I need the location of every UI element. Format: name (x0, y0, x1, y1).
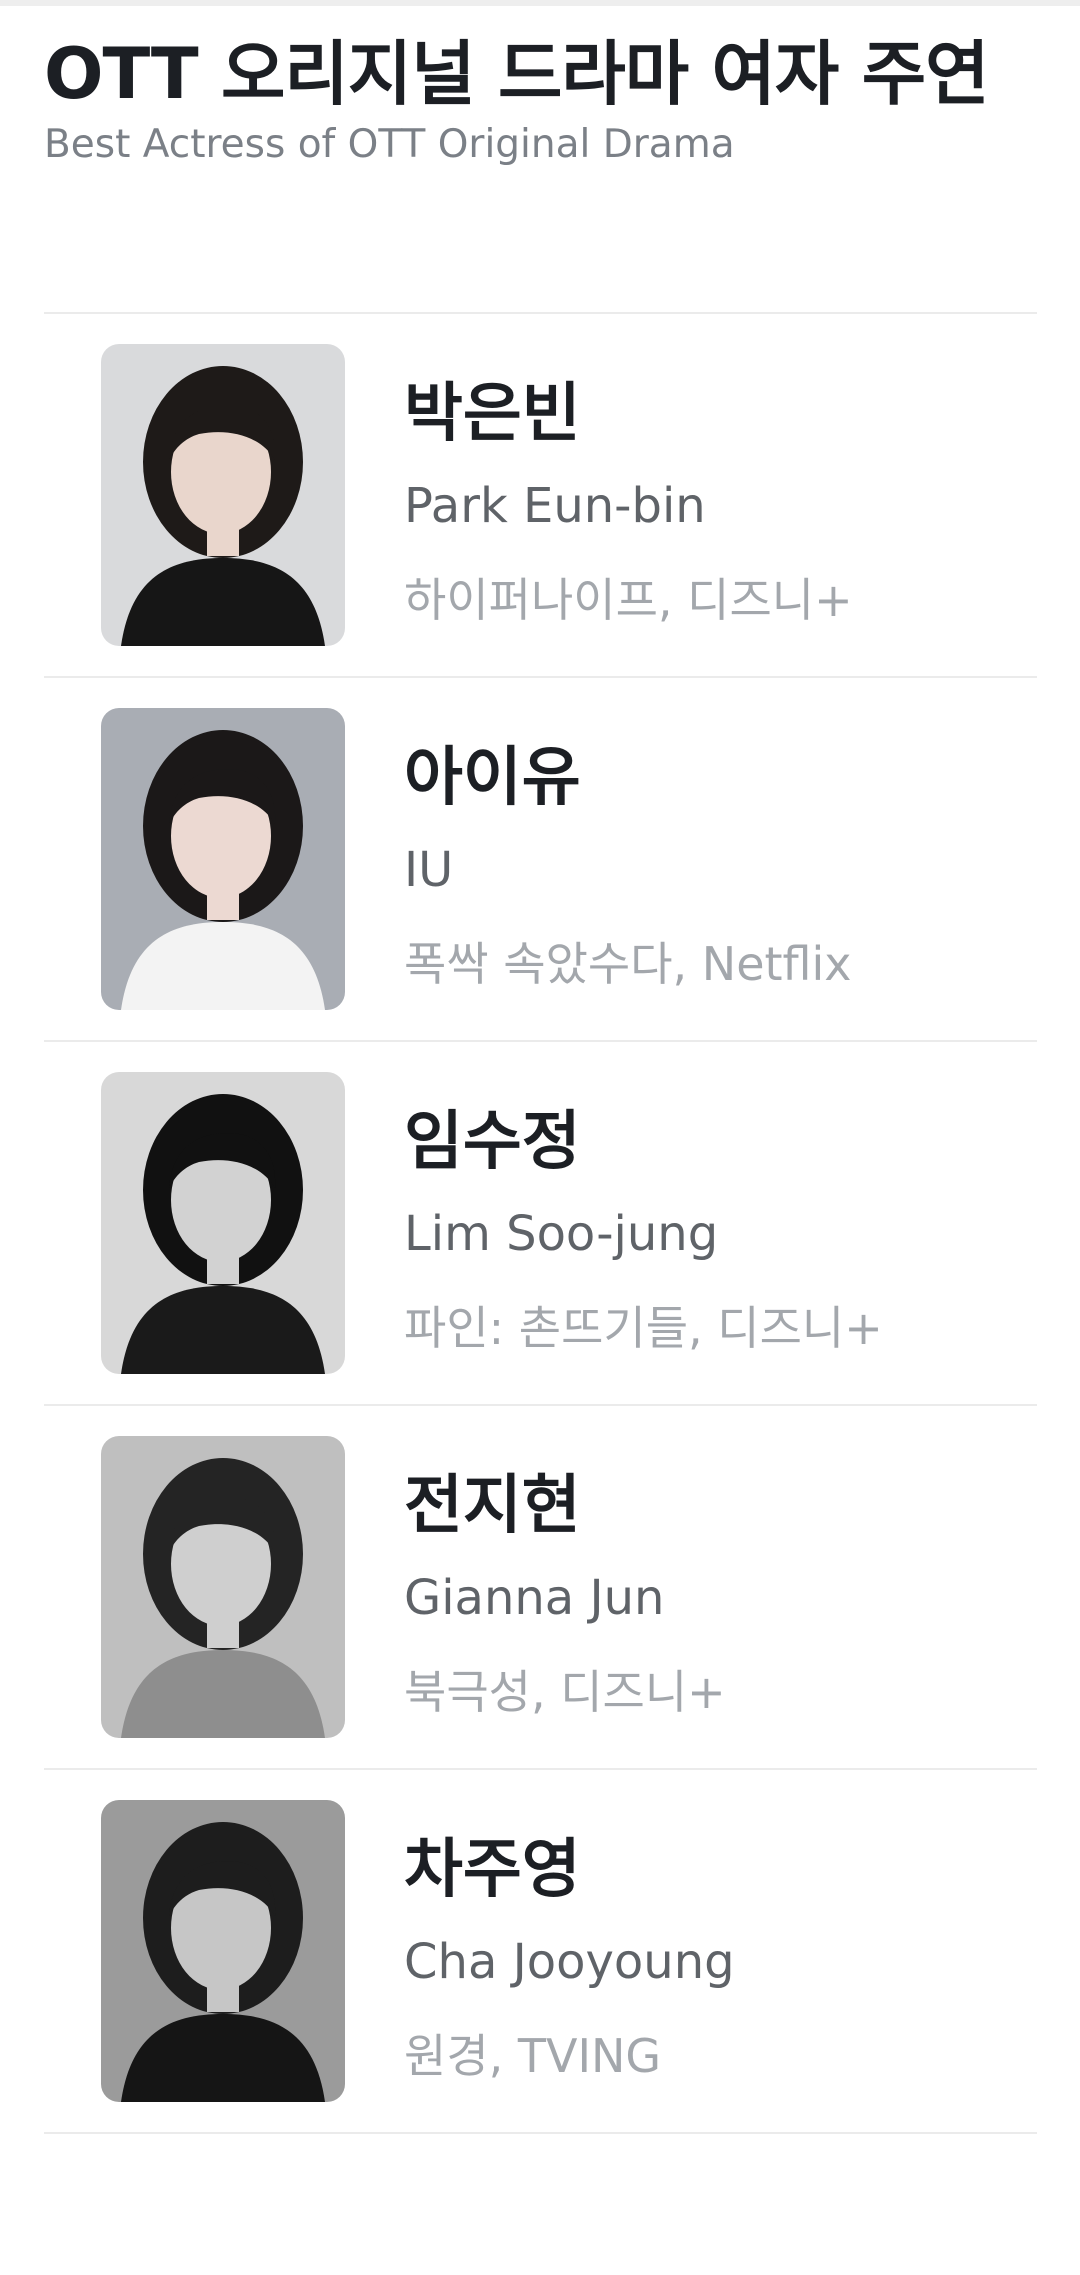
actress-name-english: Cha Jooyoung (404, 1934, 735, 1990)
actress-list: 박은빈 Park Eun-bin 하이퍼나이프, 디즈니+ 아이유 IU 폭싹 … (44, 312, 1037, 2134)
actress-work: 폭싹 속았수다, Netflix (404, 937, 852, 991)
list-item[interactable]: 차주영 Cha Jooyoung 원경, TVING (44, 1770, 1037, 2132)
actress-name-korean: 아이유 (404, 741, 581, 815)
actress-name-english: IU (404, 842, 454, 898)
actress-work: 북극성, 디즈니+ (404, 1665, 726, 1719)
list-item[interactable]: 아이유 IU 폭싹 속았수다, Netflix (44, 678, 1037, 1040)
divider (44, 2132, 1037, 2134)
actress-photo[interactable] (101, 1436, 345, 1738)
top-bar (0, 0, 1080, 6)
actress-work: 원경, TVING (404, 2029, 662, 2083)
actress-name-english: Park Eun-bin (404, 478, 706, 534)
actress-name-korean: 전지현 (404, 1469, 581, 1543)
page-subtitle: Best Actress of OTT Original Drama (44, 122, 735, 167)
actress-name-korean: 박은빈 (404, 377, 581, 451)
page: OTT 오리지널 드라마 여자 주연 Best Actress of OTT O… (0, 0, 1080, 2275)
actress-name-korean: 차주영 (404, 1833, 581, 1907)
actress-name-english: Gianna Jun (404, 1570, 665, 1626)
actress-name-english: Lim Soo-jung (404, 1206, 719, 1262)
actress-photo[interactable] (101, 708, 345, 1010)
actress-work: 파인: 촌뜨기들, 디즈니+ (404, 1301, 883, 1355)
actress-photo[interactable] (101, 344, 345, 646)
list-item[interactable]: 임수정 Lim Soo-jung 파인: 촌뜨기들, 디즈니+ (44, 1042, 1037, 1404)
page-title: OTT 오리지널 드라마 여자 주연 (44, 33, 989, 115)
actress-photo[interactable] (101, 1800, 345, 2102)
actress-work: 하이퍼나이프, 디즈니+ (404, 573, 853, 627)
list-item[interactable]: 박은빈 Park Eun-bin 하이퍼나이프, 디즈니+ (44, 314, 1037, 676)
actress-name-korean: 임수정 (404, 1105, 581, 1179)
list-item[interactable]: 전지현 Gianna Jun 북극성, 디즈니+ (44, 1406, 1037, 1768)
actress-photo[interactable] (101, 1072, 345, 1374)
